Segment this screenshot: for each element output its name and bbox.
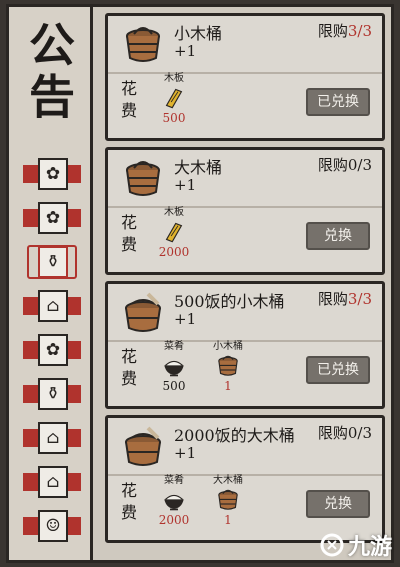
limit-label: 限购 — [317, 290, 348, 308]
limit-used: 3 — [347, 290, 358, 308]
cost-item: 小木桶 1 — [202, 340, 254, 394]
limit-used: 0 — [347, 424, 358, 442]
sidebar-tab-2[interactable]: ✿ — [23, 199, 81, 237]
cost-item: 大木桶 1 — [202, 474, 254, 528]
page-title: 公告 — [29, 18, 75, 124]
cost-item-name: 木板 — [164, 207, 184, 218]
sidebar-tab-1[interactable]: ✿ — [23, 155, 81, 193]
shop-list[interactable]: 小木桶 +1 限购3/3 花费 木板 500 已兑换 大木桶 +1 限购0/3 花费 木板 2000 兑换… — [99, 7, 391, 560]
item-quantity: +1 — [174, 444, 197, 462]
bucket-icon — [214, 488, 242, 512]
sidebar-tab-7[interactable]: ⌂ — [23, 419, 81, 457]
announcement-panel: 公告 ✿ ✿ ⚱ ⌂ ✿ ⚱ ⌂ ⌂ ☺ 小木桶 +1 限购3/3 花费 木板 500 已兑换 大木桶 +1 限购… — [6, 4, 394, 563]
bush-icon: ✿ — [38, 334, 68, 366]
item-name: 大木桶 — [174, 158, 223, 177]
jar-icon: ⚱ — [38, 246, 68, 278]
cost-item-amount: 1 — [224, 513, 232, 527]
item-quantity: +1 — [174, 310, 197, 328]
limit-total: /3 — [357, 424, 372, 442]
item-name: 小木桶 — [174, 24, 223, 43]
cost-item-amount: 2000 — [158, 245, 190, 259]
item-header: 2000饭的大木桶 +1 限购0/3 — [108, 418, 382, 476]
shop-item-card: 大木桶 +1 限购0/3 花费 木板 2000 兑换 — [105, 147, 385, 275]
cost-item-amount: 2000 — [158, 513, 190, 527]
item-header: 小木桶 +1 限购3/3 — [108, 16, 382, 74]
item-name: 500饭的小木桶 — [174, 292, 285, 311]
plank-icon — [160, 86, 188, 110]
house-icon: ⌂ — [38, 422, 68, 454]
limit-total: /3 — [357, 22, 372, 40]
bucket-icon — [214, 354, 242, 378]
chat-icon: ☺ — [38, 510, 68, 542]
purchase-limit: 限购3/3 — [318, 288, 372, 309]
cost-label: 花费 — [120, 213, 137, 254]
exchanged-button[interactable]: 已兑换 — [306, 356, 370, 384]
item-name: 2000饭的大木桶 — [174, 426, 295, 445]
item-quantity: +1 — [174, 176, 197, 194]
sidebar-tab-5[interactable]: ✿ — [23, 331, 81, 369]
cost-label: 花费 — [120, 481, 137, 522]
exchanged-button[interactable]: 已兑换 — [306, 88, 370, 116]
sidebar-tab-9[interactable]: ☺ — [23, 507, 81, 545]
item-quantity: +1 — [174, 42, 197, 60]
plank-icon — [160, 220, 188, 244]
rice-bucket-icon — [120, 292, 166, 334]
bucket-icon — [120, 158, 166, 200]
bucket-icon — [120, 24, 166, 66]
bush-icon: ✿ — [38, 202, 68, 234]
item-header: 500饭的小木桶 +1 限购3/3 — [108, 284, 382, 342]
rice-bowl-icon — [160, 354, 188, 378]
limit-label: 限购 — [317, 424, 348, 442]
shop-item-card: 500饭的小木桶 +1 限购3/3 花费 菜肴 500 小木桶 1 已兑换 — [105, 281, 385, 409]
purchase-limit: 限购0/3 — [318, 154, 372, 175]
house-icon: ⌂ — [38, 466, 68, 498]
purchase-limit: 限购0/3 — [318, 422, 372, 443]
rice-bucket-icon — [120, 426, 166, 468]
limit-used: 0 — [347, 156, 358, 174]
cost-item-amount: 500 — [162, 111, 186, 125]
exchange-button[interactable]: 兑换 — [306, 490, 370, 518]
limit-total: /3 — [357, 156, 372, 174]
purchase-limit: 限购3/3 — [318, 20, 372, 41]
watermark-text: 九游 — [347, 535, 392, 560]
cost-item-name: 小木桶 — [213, 341, 243, 352]
sidebar-tab-8[interactable]: ⌂ — [23, 463, 81, 501]
tab-column: ✿ ✿ ⚱ ⌂ ✿ ⚱ ⌂ ⌂ ☺ — [23, 155, 81, 551]
cost-item: 菜肴 500 — [148, 340, 200, 394]
cost-item: 木板 500 — [148, 72, 200, 126]
cost-item-name: 菜肴 — [164, 475, 184, 486]
limit-label: 限购 — [317, 22, 348, 40]
exchange-button[interactable]: 兑换 — [306, 222, 370, 250]
cost-item-name: 菜肴 — [164, 341, 184, 352]
limit-used: 3 — [347, 22, 358, 40]
house-icon: ⌂ — [38, 290, 68, 322]
rice-bowl-icon — [160, 488, 188, 512]
sidebar-tab-3[interactable]: ⚱ — [23, 243, 81, 281]
sidebar-tab-6[interactable]: ⚱ — [23, 375, 81, 413]
cost-label: 花费 — [120, 79, 137, 120]
limit-total: /3 — [357, 290, 372, 308]
shop-item-card: 2000饭的大木桶 +1 限购0/3 花费 菜肴 2000 大木桶 1 兑换 — [105, 415, 385, 543]
sidebar: 公告 ✿ ✿ ⚱ ⌂ ✿ ⚱ ⌂ ⌂ ☺ — [9, 7, 93, 560]
cost-item-amount: 500 — [162, 379, 186, 393]
cost-item-name: 木板 — [164, 73, 184, 84]
bush-icon: ✿ — [38, 158, 68, 190]
cost-item-name: 大木桶 — [213, 475, 243, 486]
jar-icon: ⚱ — [38, 378, 68, 410]
watermark-logo: 九游 — [320, 529, 392, 561]
cost-item: 木板 2000 — [148, 206, 200, 260]
ninegame-logo-icon — [320, 533, 344, 557]
limit-label: 限购 — [317, 156, 348, 174]
cost-item: 菜肴 2000 — [148, 474, 200, 528]
shop-item-card: 小木桶 +1 限购3/3 花费 木板 500 已兑换 — [105, 13, 385, 141]
cost-label: 花费 — [120, 347, 137, 388]
sidebar-tab-4[interactable]: ⌂ — [23, 287, 81, 325]
cost-item-amount: 1 — [224, 379, 232, 393]
item-header: 大木桶 +1 限购0/3 — [108, 150, 382, 208]
